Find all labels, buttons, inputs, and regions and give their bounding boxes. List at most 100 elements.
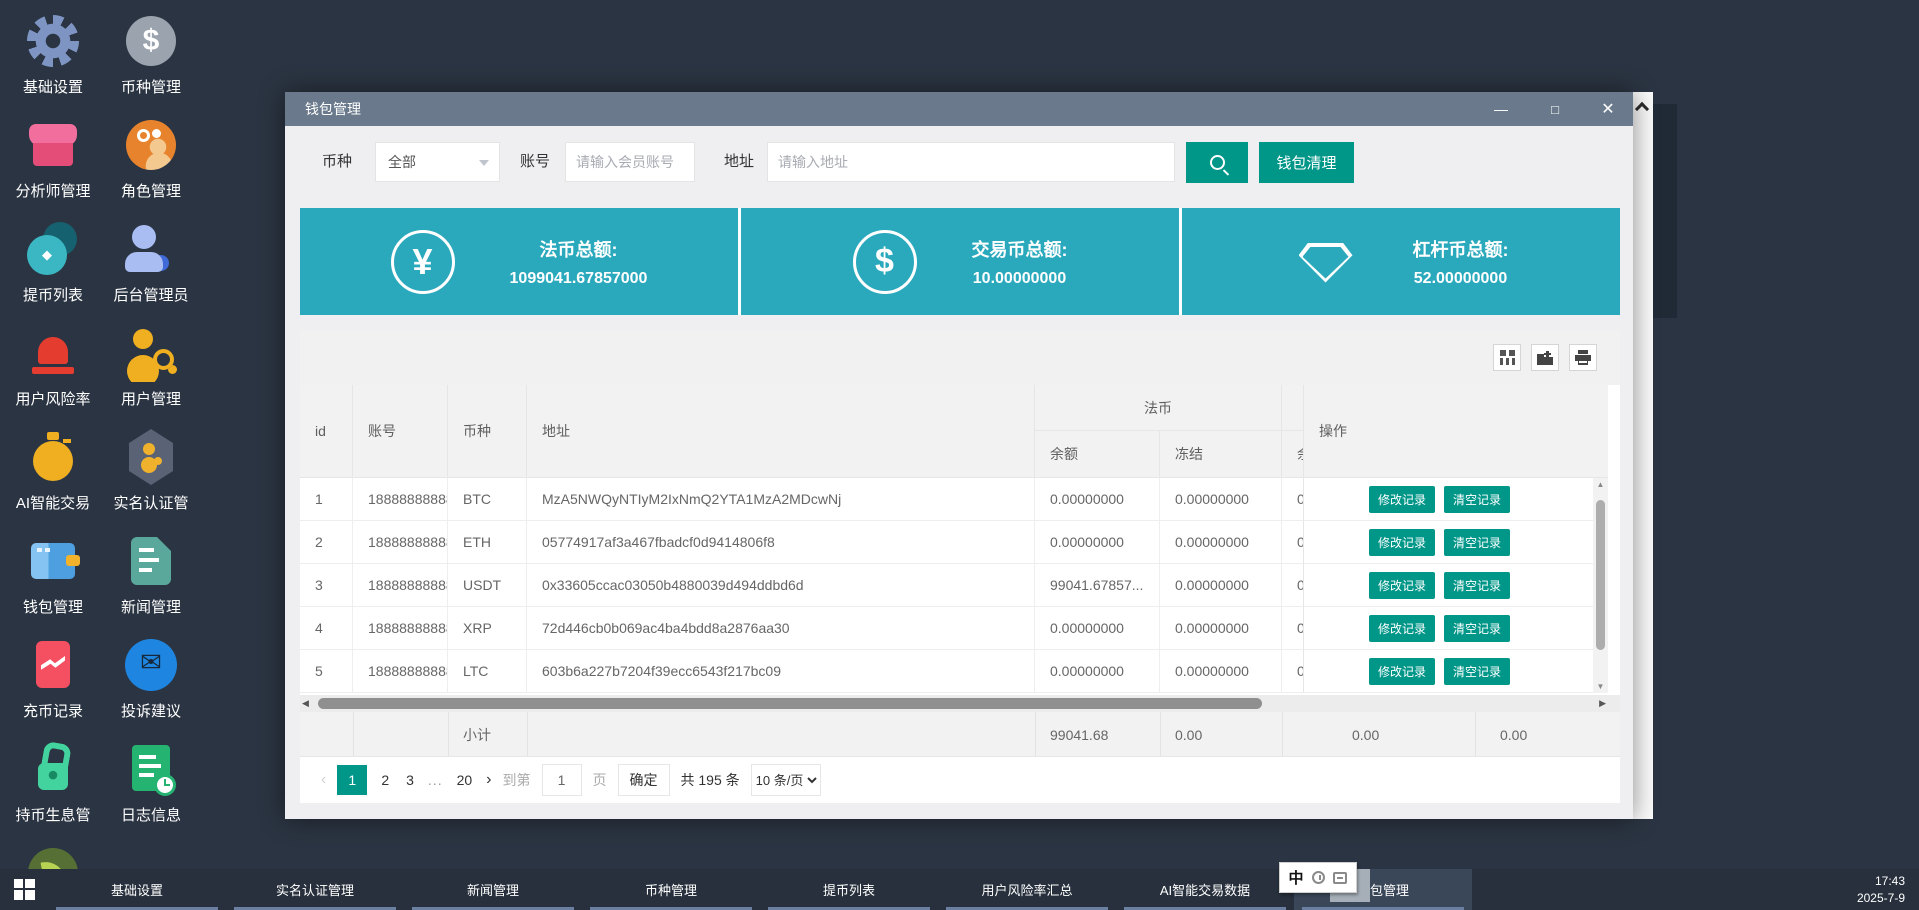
- page-scrollbar[interactable]: [1633, 92, 1653, 819]
- desktop-shortcut[interactable]: 后台管理员: [102, 214, 200, 318]
- clear-record-button[interactable]: 清空记录: [1444, 486, 1510, 513]
- desktop-shortcut[interactable]: 角色管理: [102, 110, 200, 214]
- edit-record-button[interactable]: 修改记录: [1369, 572, 1435, 599]
- desktop-shortcut[interactable]: 提币列表: [4, 214, 102, 318]
- ime-toolbar[interactable]: 中: [1279, 862, 1357, 893]
- page-ellipsis: ...: [428, 772, 443, 788]
- export-icon: [1537, 351, 1553, 365]
- per-page-select[interactable]: 10 条/页: [751, 764, 821, 796]
- goto-page-input[interactable]: [542, 764, 582, 796]
- cell-coin: ETH: [448, 521, 527, 563]
- account-input[interactable]: [565, 142, 695, 182]
- action-column: 修改记录 清空记录 修改记录 清空记录 修改记录 清空记录 修改记录: [1303, 478, 1593, 693]
- wallet-clean-button[interactable]: 钱包清理: [1259, 142, 1354, 183]
- ime-keyboard-icon[interactable]: [1333, 872, 1347, 884]
- taskbar-item-label: 用户风险率汇总: [981, 880, 1072, 899]
- desktop-shortcut[interactable]: 分析师管理: [4, 110, 102, 214]
- horizontal-scroll-thumb[interactable]: [318, 698, 1262, 709]
- clear-record-button[interactable]: 清空记录: [1444, 529, 1510, 556]
- print-button[interactable]: [1569, 344, 1597, 371]
- vertical-scrollbar[interactable]: ▲ ▼: [1593, 478, 1608, 693]
- page-20-button[interactable]: 20: [454, 772, 476, 788]
- horizontal-scrollbar[interactable]: ◀ ▶: [300, 695, 1620, 712]
- clear-record-button[interactable]: 清空记录: [1444, 658, 1510, 685]
- desktop-shortcut[interactable]: 新闻管理: [102, 526, 200, 630]
- shortcut-label: 角色管理: [121, 180, 181, 201]
- taskbar-item[interactable]: 提币列表: [760, 869, 938, 910]
- minimize-button[interactable]: —: [1481, 92, 1521, 126]
- desktop-shortcut[interactable]: 充币记录: [4, 630, 102, 734]
- desktop-shortcut[interactable]: 钱包管理: [4, 526, 102, 630]
- desktop-shortcut[interactable]: AI智能交易: [4, 422, 102, 526]
- scroll-right-icon[interactable]: ▶: [1599, 698, 1606, 709]
- desktop-shortcut[interactable]: 持币生息管: [4, 734, 102, 838]
- desktop-shortcut[interactable]: 实名认证管: [102, 422, 200, 526]
- taskbar-item[interactable]: 新闻管理: [404, 869, 582, 910]
- confirm-button[interactable]: 确定: [618, 764, 670, 796]
- taskbar-item-label: 币种管理: [645, 880, 697, 899]
- close-button[interactable]: ✕: [1588, 92, 1628, 126]
- news-icon: [122, 532, 180, 590]
- shortcut-label: 用户管理: [121, 388, 181, 409]
- scroll-top-icon[interactable]: [1635, 102, 1649, 116]
- subtotal-fiat-balance: 99041.68: [1050, 712, 1108, 757]
- search-button[interactable]: [1186, 142, 1248, 183]
- taskbar: 基础设置 实名认证管理 新闻管理 币种管理 提币列表: [0, 869, 1919, 910]
- page-unit-label: 页: [593, 770, 607, 790]
- coin-select-value: 全部: [388, 154, 416, 170]
- window-titlebar[interactable]: 钱包管理 — □ ✕: [285, 92, 1633, 126]
- action-row: 修改记录 清空记录: [1303, 650, 1593, 693]
- scroll-down-icon[interactable]: ▼: [1593, 682, 1608, 691]
- cell-address: MzA5NWQyNTIyM2IxNmQ2YTA1MzA2MDcwNj: [527, 478, 1035, 520]
- ime-mode-icon[interactable]: [1312, 871, 1325, 884]
- edit-record-button[interactable]: 修改记录: [1369, 486, 1435, 513]
- scroll-up-icon[interactable]: ▲: [1593, 480, 1608, 489]
- desktop-shortcut[interactable]: 用户管理: [102, 318, 200, 422]
- scroll-left-icon[interactable]: ◀: [302, 698, 309, 709]
- filter-columns-button[interactable]: [1493, 344, 1521, 371]
- start-button[interactable]: [0, 869, 48, 910]
- edit-record-button[interactable]: 修改记录: [1369, 615, 1435, 642]
- vertical-scroll-thumb[interactable]: [1596, 500, 1605, 650]
- export-button[interactable]: [1531, 344, 1559, 371]
- page-1-button[interactable]: 1: [337, 765, 367, 795]
- cell-address: 603b6a227b7204f39ecc6543f217bc09: [527, 650, 1035, 692]
- desktop-shortcut[interactable]: 基础设置: [4, 6, 102, 110]
- address-input[interactable]: [767, 142, 1175, 182]
- taskbar-item[interactable]: 币种管理: [582, 869, 760, 910]
- chevron-down-icon: [479, 160, 489, 171]
- taskbar-item[interactable]: AI智能交易数据: [1116, 869, 1294, 910]
- taskbar-clock[interactable]: 17:43 2025-7-9: [1857, 873, 1905, 908]
- table-toolbar: [300, 330, 1620, 385]
- maximize-button[interactable]: □: [1535, 92, 1575, 126]
- action-row: 修改记录 清空记录: [1303, 607, 1593, 650]
- cell-balance: 0.00000000: [1035, 607, 1160, 649]
- cell-id: 3: [300, 564, 353, 606]
- column-header-account: 账号: [353, 385, 448, 478]
- windows-logo-icon: [14, 879, 35, 900]
- ime-language-indicator[interactable]: 中: [1288, 867, 1303, 888]
- clear-record-button[interactable]: 清空记录: [1444, 615, 1510, 642]
- column-header-frozen: 冻结: [1160, 431, 1282, 478]
- edit-record-button[interactable]: 修改记录: [1369, 658, 1435, 685]
- taskbar-item[interactable]: 实名认证管理: [226, 869, 404, 910]
- clear-record-button[interactable]: 清空记录: [1444, 572, 1510, 599]
- desktop-shortcut[interactable]: 日志信息: [102, 734, 200, 838]
- edit-record-button[interactable]: 修改记录: [1369, 529, 1435, 556]
- taskbar-item[interactable]: 用户风险率汇总: [938, 869, 1116, 910]
- coin-select[interactable]: 全部: [375, 142, 500, 182]
- next-page-button[interactable]: ›: [486, 771, 491, 789]
- cell-address: 05774917af3a467fbadcf0d9414806f8: [527, 521, 1035, 563]
- cell-account: 18888888888: [353, 478, 448, 520]
- taskbar-item[interactable]: 基础设置: [48, 869, 226, 910]
- desktop-shortcut[interactable]: 币种管理: [102, 6, 200, 110]
- shortcut-label: 新闻管理: [121, 596, 181, 617]
- shortcut-label: 后台管理员: [113, 284, 188, 305]
- prev-page-button[interactable]: ‹: [321, 771, 326, 789]
- page-3-button[interactable]: 3: [403, 772, 417, 788]
- cell-account: 18888888888: [353, 650, 448, 692]
- page-2-button[interactable]: 2: [378, 772, 392, 788]
- desktop-shortcut[interactable]: 投诉建议: [102, 630, 200, 734]
- desktop: 基础设置 币种管理 分析师管理 角色管理 提币列表: [0, 0, 1919, 910]
- desktop-shortcut[interactable]: 用户风险率: [4, 318, 102, 422]
